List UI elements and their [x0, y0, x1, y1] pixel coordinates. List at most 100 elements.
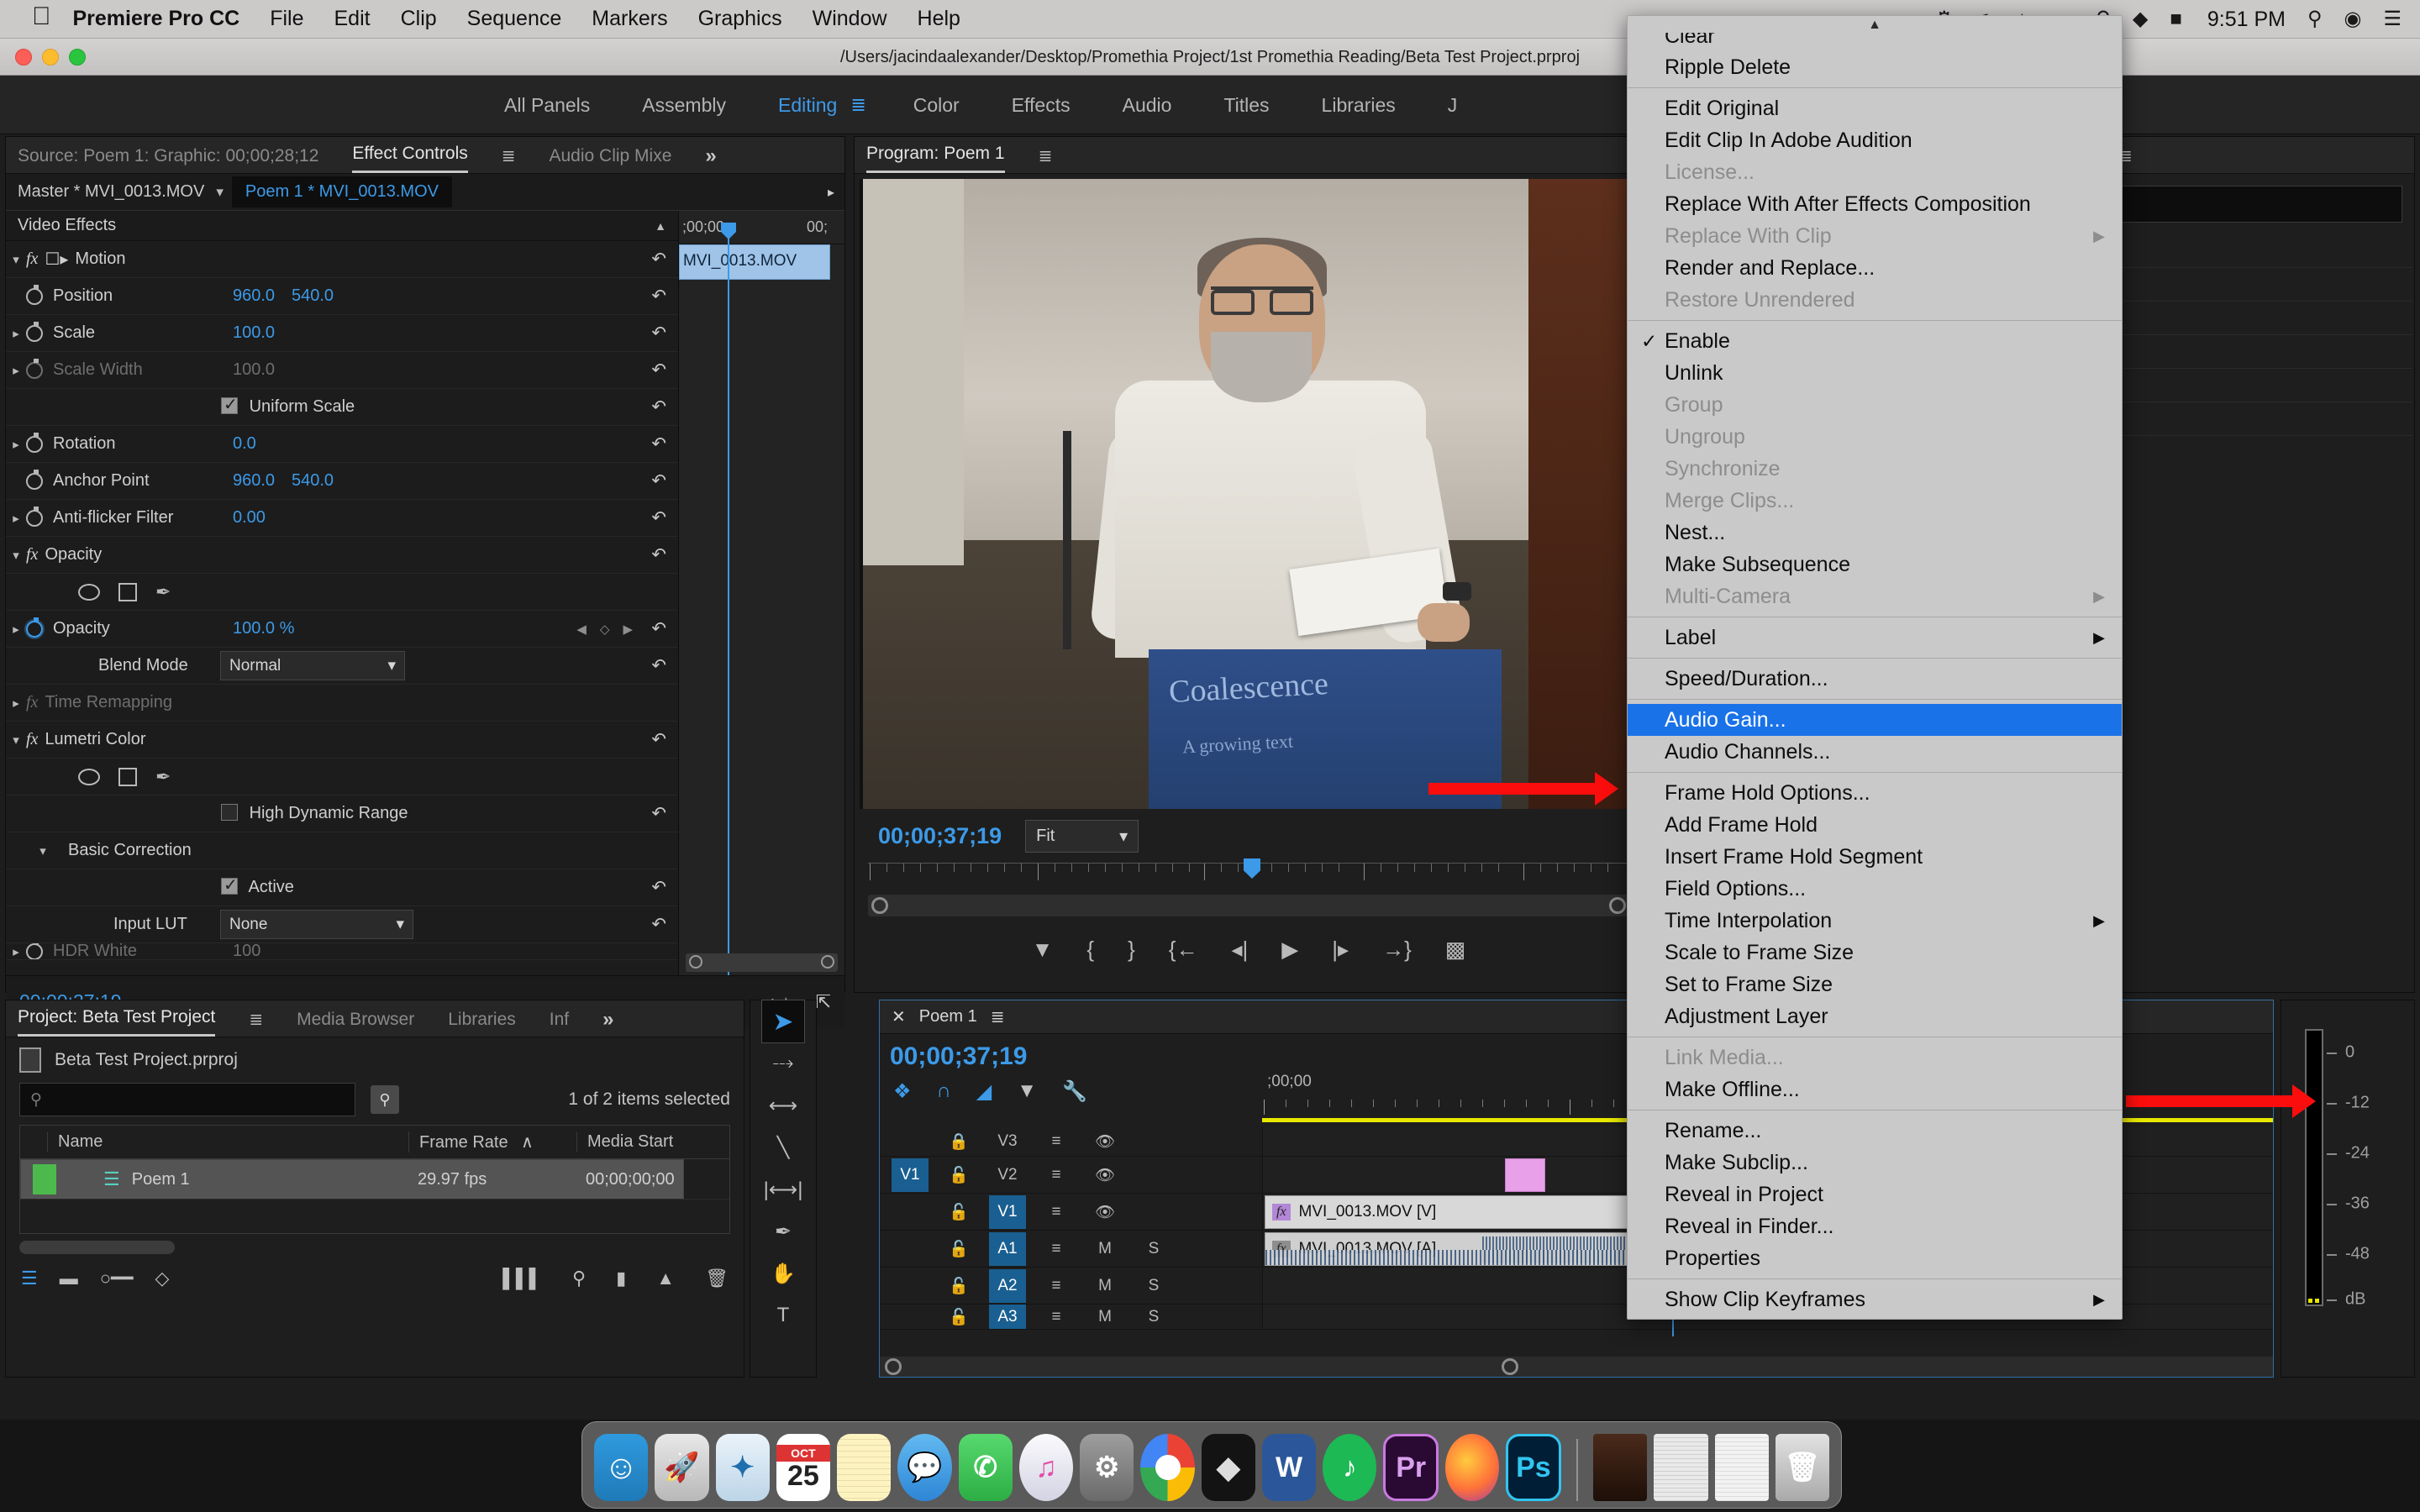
add-marker-icon[interactable]: ▼	[1032, 937, 1054, 963]
project-file-row[interactable]: Beta Test Project.prproj	[6, 1037, 744, 1083]
dock-item-chrome[interactable]	[1140, 1434, 1194, 1501]
track-header-a2[interactable]: 🔓 A2 ≡ M S	[880, 1268, 1262, 1305]
input-lut-select[interactable]: None ▾	[220, 910, 413, 939]
lift-icon[interactable]: ▩	[1445, 937, 1466, 963]
tab-source-monitor[interactable]: Source: Poem 1: Graphic: 00;00;28;12	[18, 146, 318, 173]
menu-item-enable[interactable]: ✓ Enable	[1628, 325, 2122, 357]
twirl-icon[interactable]: ▸	[6, 696, 26, 711]
dock-minimized-window-3[interactable]	[1715, 1434, 1769, 1501]
search-icon[interactable]: ⚲	[2307, 9, 2323, 29]
sync-lock-icon[interactable]: ≡	[1038, 1269, 1075, 1303]
eye-icon[interactable]: 👁	[1086, 1158, 1123, 1192]
stopwatch-icon[interactable]	[26, 621, 43, 638]
mark-out-icon[interactable]: }	[1128, 937, 1135, 963]
menu-item-reveal-in-project[interactable]: Reveal in Project	[1628, 1179, 2122, 1210]
effect-row-uniform-scale[interactable]: Uniform Scale ↶	[6, 389, 678, 426]
mini-timeline-ruler[interactable]: ;00;00 00;	[679, 211, 844, 244]
scroll-handle-left[interactable]	[871, 897, 888, 914]
menu-item-speed-duration[interactable]: Speed/Duration...	[1628, 663, 2122, 695]
menu-item-edit-clip-in-adobe-audition[interactable]: Edit Clip In Adobe Audition	[1628, 124, 2122, 156]
track-header-a1[interactable]: 🔓 A1 ≡ M S	[880, 1231, 1262, 1268]
dropbox-icon[interactable]: ◆	[2133, 9, 2148, 29]
type-tool-icon[interactable]: T	[750, 1294, 816, 1336]
dock-item-photoshop[interactable]: Ps	[1506, 1434, 1560, 1501]
position-y-value[interactable]: 540.0	[292, 286, 334, 306]
menu-item-clear[interactable]: Clear	[1628, 33, 2122, 51]
menu-item-set-to-frame-size[interactable]: Set to Frame Size	[1628, 969, 2122, 1000]
lock-icon[interactable]: 🔓	[940, 1269, 977, 1303]
dock-item-word[interactable]: W	[1262, 1434, 1316, 1501]
effect-row-active[interactable]: Active ↶	[6, 869, 678, 906]
hdr-control[interactable]: High Dynamic Range	[6, 804, 408, 823]
export-frame-icon[interactable]: ⇱	[816, 991, 831, 1013]
menu-item-unlink[interactable]: Unlink	[1628, 357, 2122, 389]
opacity-mask-tools[interactable]: ✒	[6, 574, 678, 611]
menu-window[interactable]: Window	[813, 7, 887, 31]
apple-icon[interactable]: 	[32, 4, 51, 29]
tab-project[interactable]: Project: Beta Test Project	[18, 1007, 215, 1037]
menu-sequence[interactable]: Sequence	[467, 7, 562, 31]
table-row[interactable]: ☰ Poem 1 29.97 fps 00;00;00;00	[20, 1159, 684, 1200]
nested-sequence-icon[interactable]: ❖	[893, 1079, 912, 1104]
tab-effect-controls[interactable]: Effect Controls	[352, 144, 467, 173]
menu-item-render-and-replace[interactable]: Render and Replace...	[1628, 252, 2122, 284]
close-icon[interactable]: ✕	[892, 1006, 906, 1027]
parent-bin-icon[interactable]	[19, 1047, 41, 1073]
zoom-level-select[interactable]: Fit ▾	[1025, 820, 1139, 853]
sequence-tab-label[interactable]: Poem 1	[919, 1007, 977, 1026]
dock-item-notes[interactable]	[837, 1434, 891, 1501]
sync-lock-icon[interactable]: ≡	[1038, 1195, 1075, 1229]
slip-tool-icon[interactable]: |⟷|	[750, 1168, 816, 1210]
master-clip-label[interactable]: Master * MVI_0013.MOV	[6, 182, 216, 202]
menu-item-time-interpolation[interactable]: Time Interpolation ▶	[1628, 905, 2122, 937]
stopwatch-icon[interactable]	[26, 510, 43, 527]
scroll-handle-right[interactable]	[1502, 1358, 1518, 1375]
menu-clip[interactable]: Clip	[401, 7, 437, 31]
tab-audio-clip-mixer[interactable]: Audio Clip Mixe	[550, 146, 672, 173]
track-name[interactable]: V3	[989, 1125, 1026, 1158]
effect-row-anchor-point[interactable]: Anchor Point 960.0 540.0 ↶	[6, 463, 678, 500]
uniform-scale-checkbox[interactable]	[221, 397, 238, 414]
reset-icon[interactable]: ↶	[651, 544, 666, 565]
twirl-icon[interactable]: ▸	[6, 326, 26, 341]
eye-icon[interactable]: 👁	[1086, 1125, 1123, 1158]
eye-icon[interactable]: 👁	[1086, 1195, 1123, 1229]
dock-item-facetime[interactable]: ✆	[959, 1434, 1013, 1501]
pen-tool-icon[interactable]: ✒	[750, 1210, 816, 1252]
menu-item-frame-hold-options[interactable]: Frame Hold Options...	[1628, 777, 2122, 809]
program-timecode[interactable]: 00;00;37;19	[878, 823, 1002, 849]
sync-lock-icon[interactable]: ≡	[1038, 1232, 1075, 1266]
dock-item-itunes[interactable]: ♫	[1019, 1434, 1073, 1501]
anchor-y-value[interactable]: 540.0	[292, 471, 334, 491]
step-forward-icon[interactable]: |▸	[1332, 937, 1349, 963]
effect-row-scale[interactable]: ▸ Scale 100.0 ↶	[6, 315, 678, 352]
active-checkbox[interactable]	[221, 878, 238, 895]
tabs-overflow-icon[interactable]: »	[602, 1008, 613, 1037]
notification-center-icon[interactable]: ☰	[2383, 9, 2402, 29]
source-track-indicator[interactable]: V1	[892, 1158, 929, 1192]
workspace-titles[interactable]: Titles	[1223, 94, 1269, 117]
menu-item-make-subclip[interactable]: Make Subclip...	[1628, 1147, 2122, 1179]
reset-icon[interactable]: ↶	[651, 803, 666, 824]
tabs-overflow-icon[interactable]: »	[705, 144, 716, 173]
menu-graphics[interactable]: Graphics	[698, 7, 782, 31]
menu-edit[interactable]: Edit	[334, 7, 371, 31]
workspace-menu-icon[interactable]: ≣	[850, 94, 865, 116]
menu-item-audio-gain[interactable]: Audio Gain...	[1628, 704, 2122, 736]
stopwatch-icon[interactable]	[26, 325, 43, 342]
delete-icon[interactable]: 🗑	[705, 1268, 729, 1289]
rectangle-mask-icon[interactable]	[118, 768, 137, 786]
next-keyframe-icon[interactable]: ▶	[623, 622, 633, 637]
pen-mask-icon[interactable]: ✒	[155, 581, 171, 603]
sequence-clip-label[interactable]: Poem 1 * MVI_0013.MOV	[232, 176, 452, 207]
track-header-v2[interactable]: V1 🔓 V2 ≡ 👁	[880, 1157, 1262, 1194]
track-header-a3[interactable]: 🔓 A3 ≡ M S	[880, 1305, 1262, 1330]
timeline-horizontal-scrollbar[interactable]	[880, 1357, 2273, 1377]
menu-item-ripple-delete[interactable]: Ripple Delete	[1628, 51, 2122, 83]
label-color-swatch[interactable]	[33, 1164, 56, 1194]
menu-item-add-frame-hold[interactable]: Add Frame Hold	[1628, 809, 2122, 841]
add-keyframe-icon[interactable]: ◇	[600, 622, 610, 637]
effect-controls-menu-icon[interactable]: ≣	[502, 145, 516, 173]
workspace-editing[interactable]: Editing	[778, 94, 837, 117]
lock-icon[interactable]: 🔒	[940, 1125, 977, 1158]
